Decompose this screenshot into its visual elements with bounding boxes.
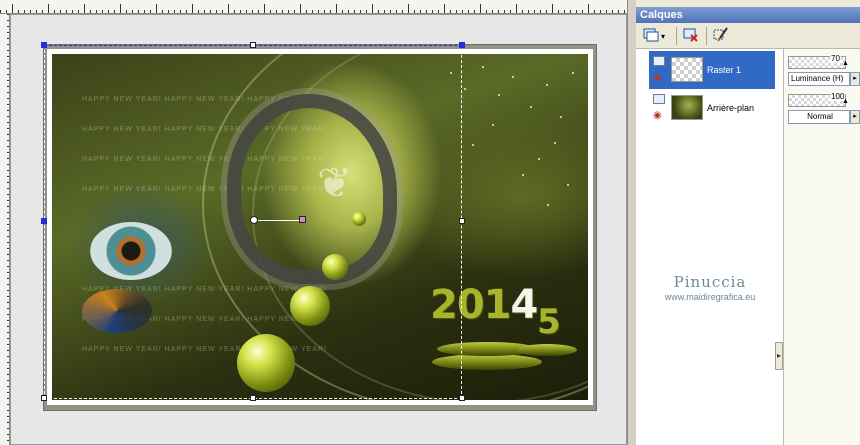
layer-row-raster-1[interactable]: ◉ Raster 1 bbox=[649, 51, 775, 89]
layer-type-icon bbox=[653, 56, 665, 66]
resize-handle[interactable] bbox=[41, 218, 47, 224]
blend-dropdown-arrow-icon[interactable]: ▸ bbox=[850, 72, 860, 86]
resize-handle[interactable] bbox=[250, 42, 256, 48]
rotation-handle[interactable] bbox=[299, 216, 306, 223]
new-layer-icon bbox=[643, 28, 659, 45]
dropdown-arrow-icon: ▾ bbox=[660, 31, 665, 41]
resize-handle[interactable] bbox=[459, 395, 465, 401]
layer-properties-background: 100 ▲ Normal ▸ bbox=[786, 91, 860, 127]
blend-mode-select[interactable]: Normal bbox=[788, 110, 850, 124]
canvas-area: HAPPY NEW YEAR! HAPPY NEW YEAR! HAPPY NE… bbox=[0, 0, 627, 445]
author-url: www.maidiregrafica.eu bbox=[664, 292, 756, 302]
layer-toggles: ◉ bbox=[653, 94, 667, 122]
layer-name: Arrière-plan bbox=[707, 103, 755, 113]
blend-dropdown-arrow-icon[interactable]: ▸ bbox=[850, 110, 860, 124]
resize-handle[interactable] bbox=[459, 42, 465, 48]
layer-thumbnail bbox=[671, 95, 703, 120]
horizontal-ruler bbox=[0, 0, 627, 14]
edit-brush-icon bbox=[713, 26, 729, 46]
delete-layer-icon bbox=[683, 28, 699, 45]
visibility-eye-icon[interactable]: ◉ bbox=[653, 110, 662, 121]
panel-splitter[interactable] bbox=[627, 0, 636, 445]
resize-handle[interactable] bbox=[459, 218, 465, 224]
layer-row-background[interactable]: ◉ Arrière-plan bbox=[649, 89, 775, 127]
year-next-digit: 5 bbox=[537, 302, 561, 342]
layers-list: ◉ Raster 1 ◉ Arrière-plan Pinuccia www.m… bbox=[636, 49, 860, 445]
expand-panel-arrow[interactable]: ▸ bbox=[775, 342, 783, 370]
layer-toggles: ◉ bbox=[653, 56, 667, 84]
rotation-line bbox=[258, 220, 302, 221]
author-name: Pinuccia bbox=[673, 273, 747, 291]
layer-name: Raster 1 bbox=[707, 65, 742, 75]
layer-thumbnail bbox=[671, 57, 703, 82]
vertical-ruler bbox=[0, 14, 10, 445]
resize-handle[interactable] bbox=[41, 395, 47, 401]
slider-thumb-icon[interactable]: ▲ bbox=[842, 60, 849, 67]
layers-panel: Calques ▾ ◉ Raster 1 ◉ Arrière-plan Pinu… bbox=[636, 0, 860, 445]
resize-handle[interactable] bbox=[250, 395, 256, 401]
blend-mode-select[interactable]: Luminance (H) bbox=[788, 72, 850, 86]
coin-disc bbox=[517, 344, 577, 356]
pivot-point[interactable] bbox=[250, 216, 258, 224]
slider-thumb-icon[interactable]: ▲ bbox=[842, 98, 849, 105]
layer-type-icon bbox=[653, 94, 665, 104]
opacity-value: 70 bbox=[830, 54, 841, 63]
delete-layer-button[interactable] bbox=[680, 26, 702, 46]
panel-title: Calques bbox=[636, 7, 860, 23]
layer-properties-raster-1: 70 ▲ Luminance (H) ▸ bbox=[786, 53, 860, 89]
layers-column: ◉ Raster 1 ◉ Arrière-plan Pinuccia www.m… bbox=[636, 49, 784, 445]
author-watermark: Pinuccia www.maidiregrafica.eu bbox=[636, 273, 784, 302]
edit-layer-button[interactable] bbox=[710, 26, 732, 46]
new-layer-button[interactable]: ▾ bbox=[640, 26, 668, 46]
resize-handle[interactable] bbox=[41, 42, 47, 48]
layers-toolbar: ▾ bbox=[636, 23, 860, 49]
visibility-eye-icon[interactable]: ◉ bbox=[653, 72, 662, 83]
